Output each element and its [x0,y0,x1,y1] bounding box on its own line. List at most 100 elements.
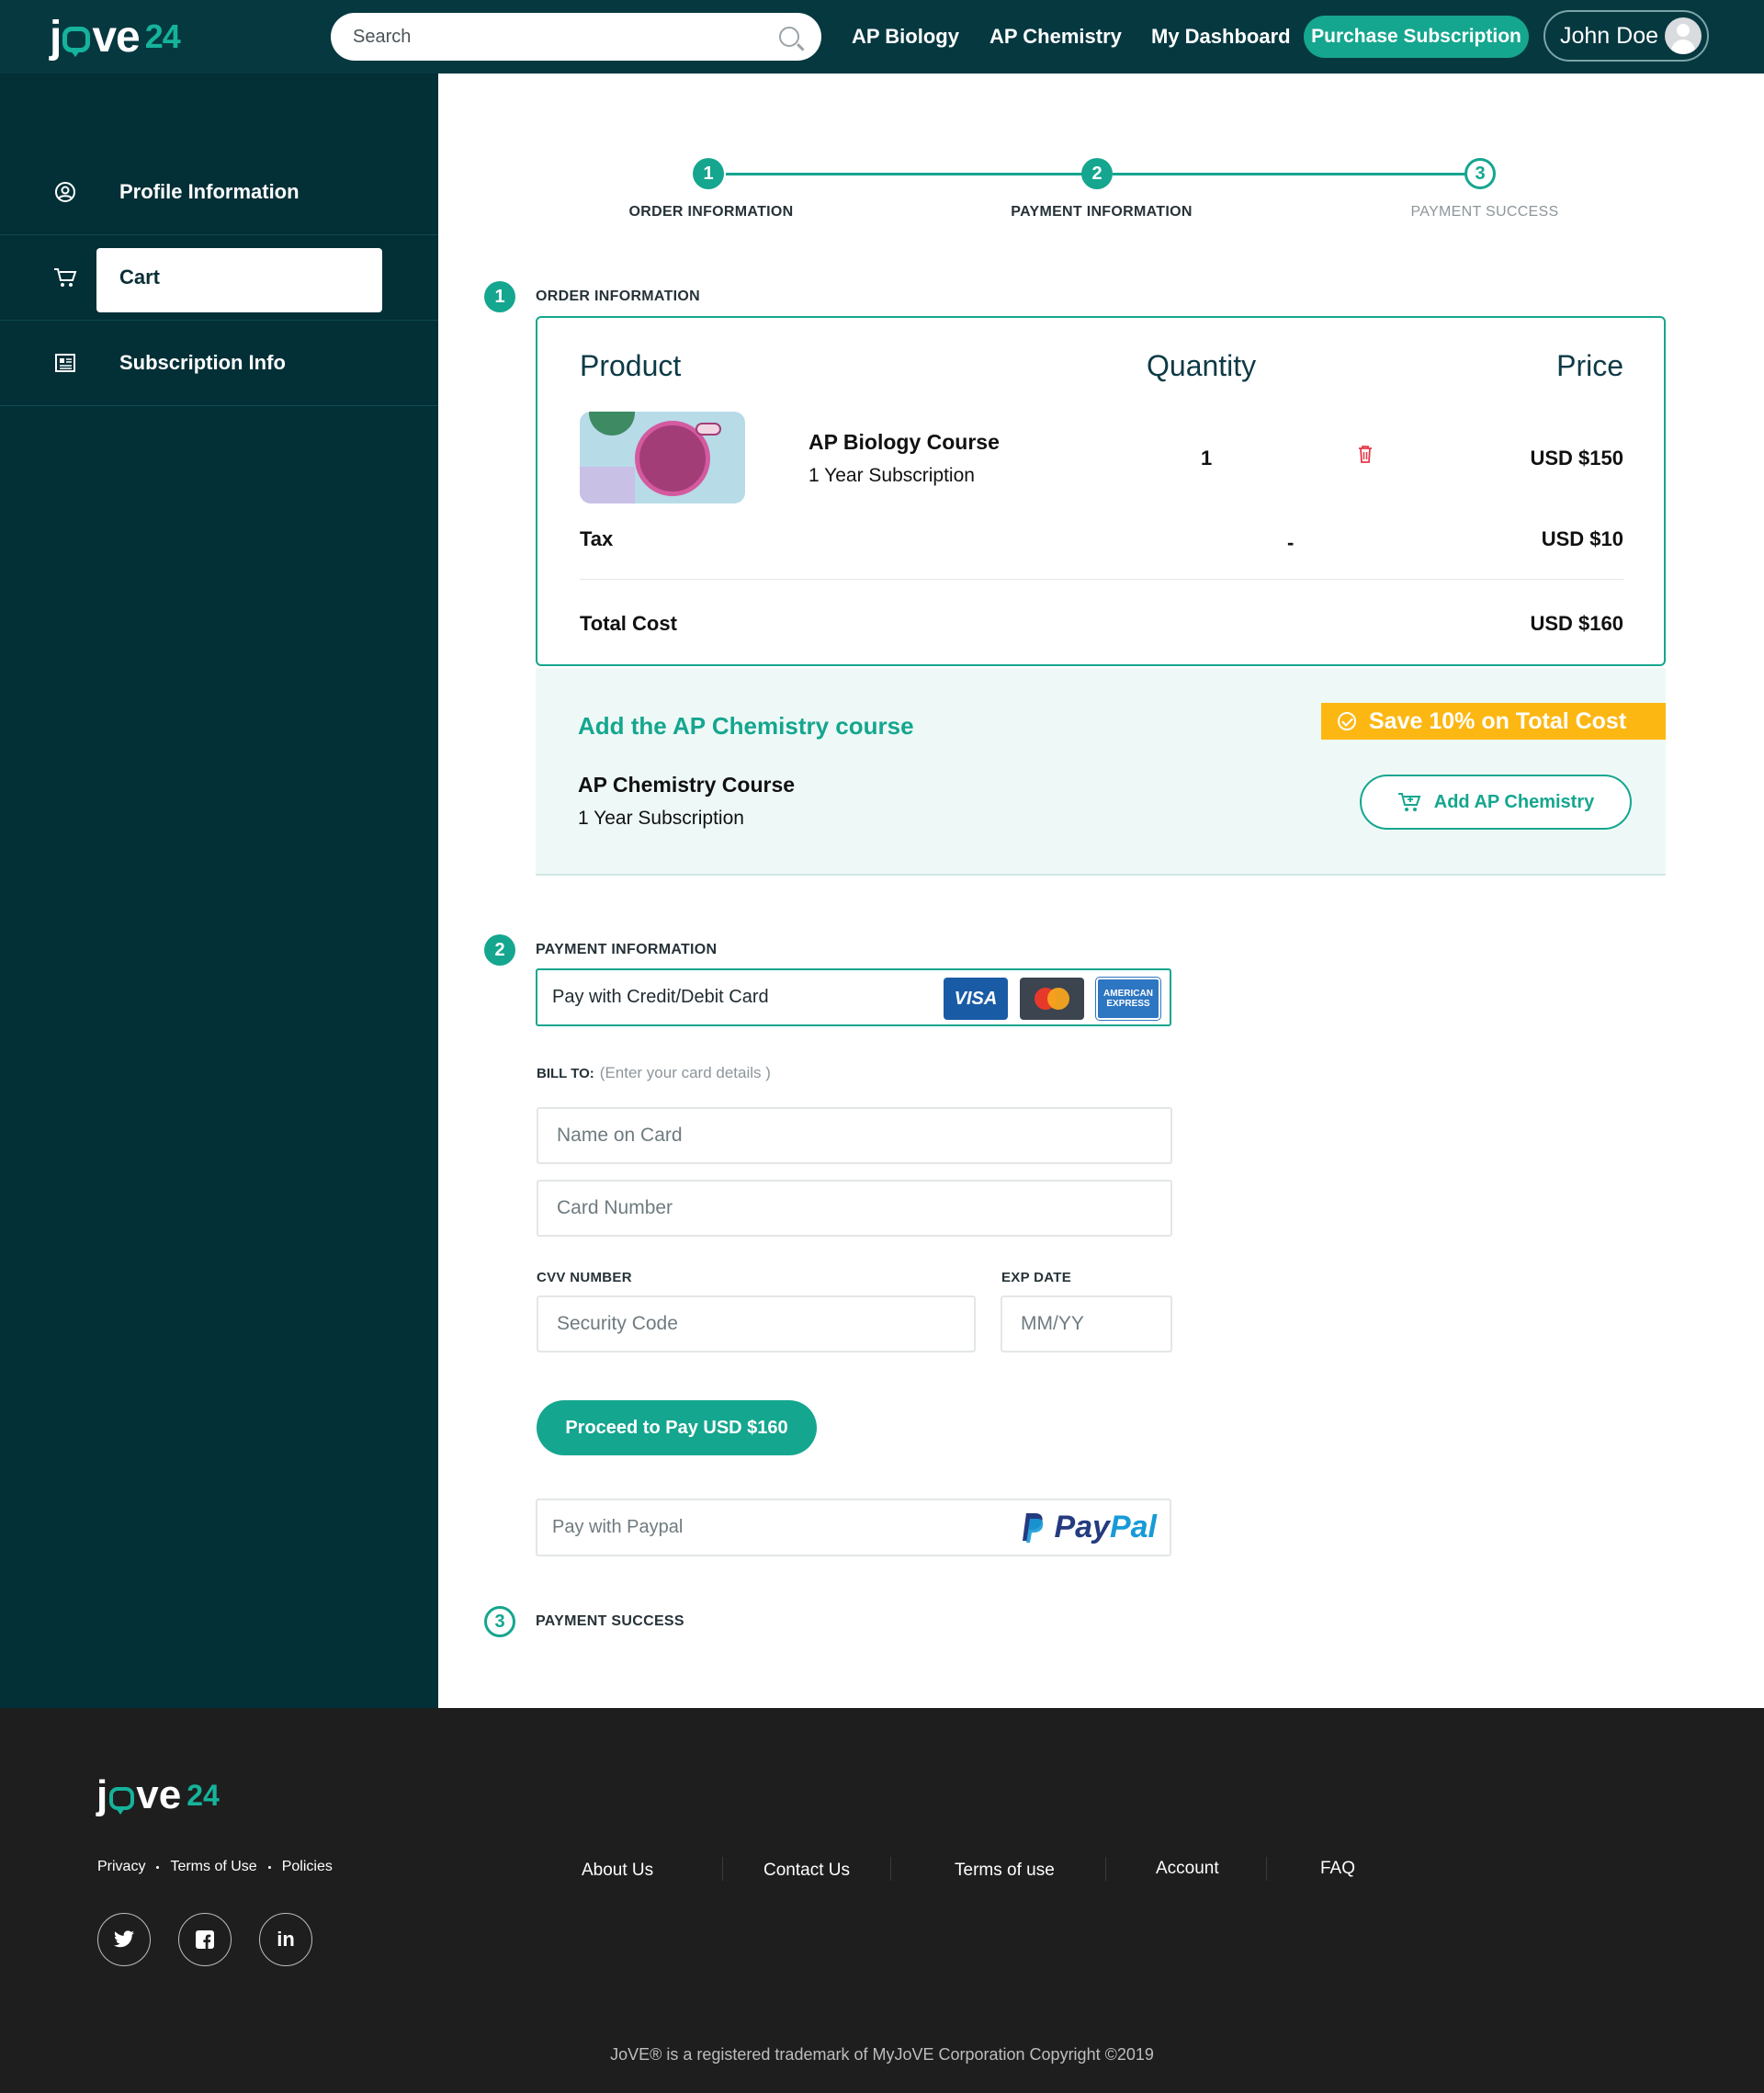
upsell-panel: Add the AP Chemistry course Save 10% on … [536,668,1666,876]
upsell-title: Add the AP Chemistry course [578,712,914,740]
tax-price: USD $10 [1541,527,1623,550]
user-menu[interactable]: John Doe [1544,10,1709,62]
twitter-icon[interactable] [97,1913,151,1966]
jove-logo[interactable]: j ve 24 [50,9,181,64]
logo-number: 24 [144,17,181,55]
order-summary-card: Product Quantity Price AP Biology Course… [536,316,1666,666]
tax-quantity: - [1287,531,1295,554]
search-icon[interactable] [779,27,799,47]
step-3-label: PAYMENT SUCCESS [1410,204,1559,220]
footer-separator [1105,1857,1106,1881]
total-label: Total Cost [580,612,677,635]
footer: j ve 24 Privacy Terms of Use Policies Abou… [0,1708,1764,2093]
search-box[interactable] [331,13,821,61]
separator-dot [156,1865,160,1869]
divider [580,579,1623,580]
paypal-logo-icon: PayPal [1021,1510,1157,1545]
avatar [1665,17,1702,54]
search-input[interactable] [353,26,779,48]
exp-date-label: EXP DATE [1001,1270,1072,1285]
cart-icon [53,266,77,289]
visa-logo-icon: VISA [944,978,1008,1020]
step-1-label: ORDER INFORMATION [628,204,794,220]
footer-link-contact[interactable]: Contact Us [763,1861,850,1881]
col-quantity: Quantity [1147,349,1257,382]
add-cart-icon [1397,793,1421,811]
nav-ap-chemistry[interactable]: AP Chemistry [989,0,1122,74]
item-price: USD $150 [1530,447,1623,470]
proceed-to-pay-button[interactable]: Proceed to Pay USD $160 [537,1400,817,1455]
linkedin-icon[interactable]: in [259,1913,312,1966]
item-subscription: 1 Year Subscription [808,465,975,486]
sidebar-item-profile[interactable]: Profile Information [0,150,438,235]
footer-link-about[interactable]: About Us [582,1861,653,1881]
logo-j: j [50,12,62,62]
section-2-dot: 2 [484,934,515,966]
section-1-dot: 1 [484,281,515,312]
footer-separator [890,1857,891,1881]
section-title-success: PAYMENT SUCCESS [536,1613,684,1629]
footer-link-faq[interactable]: FAQ [1320,1859,1355,1879]
save-badge-text: Save 10% on Total Cost [1369,707,1627,734]
col-product: Product [580,349,682,382]
cvv-field[interactable] [537,1295,976,1352]
user-name: John Doe [1560,22,1659,49]
add-ap-chemistry-button[interactable]: Add AP Chemistry [1360,775,1632,830]
purchase-subscription-button[interactable]: Purchase Subscription [1304,16,1529,58]
course-thumbnail [580,412,745,503]
bill-to-label: BILL TO: [537,1066,594,1081]
amex-logo-icon: AMERICAN EXPRESS [1095,977,1161,1021]
name-on-card-field[interactable] [537,1107,1172,1164]
bill-to: BILL TO: (Enter your card details ) [537,1064,771,1082]
footer-separator [1266,1857,1267,1881]
separator-dot [267,1865,271,1869]
item-name: AP Biology Course [808,430,1000,454]
trash-icon[interactable] [1358,445,1373,463]
step-2-dot: 2 [1081,158,1113,189]
sidebar-item-cart[interactable]: Cart [0,235,438,321]
sidebar-item-label: Cart [119,266,161,288]
upsell-course-sub: 1 Year Subscription [578,808,744,829]
logo-ve: ve [92,12,140,62]
legal-links: Privacy Terms of Use Policies [97,1859,333,1875]
news-icon [53,351,77,375]
tax-label: Tax [580,527,614,550]
pay-card-label: Pay with Credit/Debit Card [552,987,769,1007]
footer-separator [722,1857,723,1881]
exp-date-field[interactable] [1001,1295,1172,1352]
stepper-line-1 [726,173,1095,175]
footer-link-account[interactable]: Account [1156,1859,1219,1879]
bill-to-hint: (Enter your card details ) [599,1064,771,1081]
pay-with-card-option[interactable]: Pay with Credit/Debit Card VISA AMERICAN… [536,968,1171,1026]
sidebar-item-label: Subscription Info [119,351,286,374]
save-badge: Save 10% on Total Cost [1321,703,1666,740]
footer-link-terms[interactable]: Terms of use [955,1861,1055,1881]
pay-with-paypal-option[interactable]: Pay with Paypal PayPal [536,1499,1171,1556]
add-button-label: Add AP Chemistry [1433,791,1595,812]
total-price: USD $160 [1530,612,1623,635]
logo-speech-bubble [62,27,91,57]
card-number-field[interactable] [537,1180,1172,1237]
sidebar: Profile Information Cart Subscription In… [0,74,438,1708]
user-circle-icon [53,180,77,204]
cvv-label: CVV NUMBER [537,1270,632,1285]
sidebar-item-label: Profile Information [119,180,300,203]
policies-link[interactable]: Policies [282,1859,333,1875]
facebook-icon[interactable] [178,1913,232,1966]
section-3-dot: 3 [484,1606,515,1637]
step-1-dot: 1 [693,158,724,189]
stepper-line-2 [1113,173,1475,175]
mastercard-logo-icon [1020,978,1084,1020]
privacy-link[interactable]: Privacy [97,1859,145,1875]
terms-link[interactable]: Terms of Use [170,1859,256,1875]
section-title-payment: PAYMENT INFORMATION [536,942,718,957]
nav-my-dashboard[interactable]: My Dashboard [1151,0,1291,74]
nav-ap-biology[interactable]: AP Biology [852,0,959,74]
step-3-dot: 3 [1464,158,1496,189]
copyright: JoVE® is a registered trademark of MyJoV… [610,2045,1154,2064]
paypal-label: Pay with Paypal [552,1517,684,1537]
sidebar-item-subscription[interactable]: Subscription Info [0,321,438,406]
upsell-course-name: AP Chemistry Course [578,773,796,797]
footer-logo[interactable]: j ve 24 [96,1772,220,1818]
step-2-label: PAYMENT INFORMATION [1011,204,1193,220]
